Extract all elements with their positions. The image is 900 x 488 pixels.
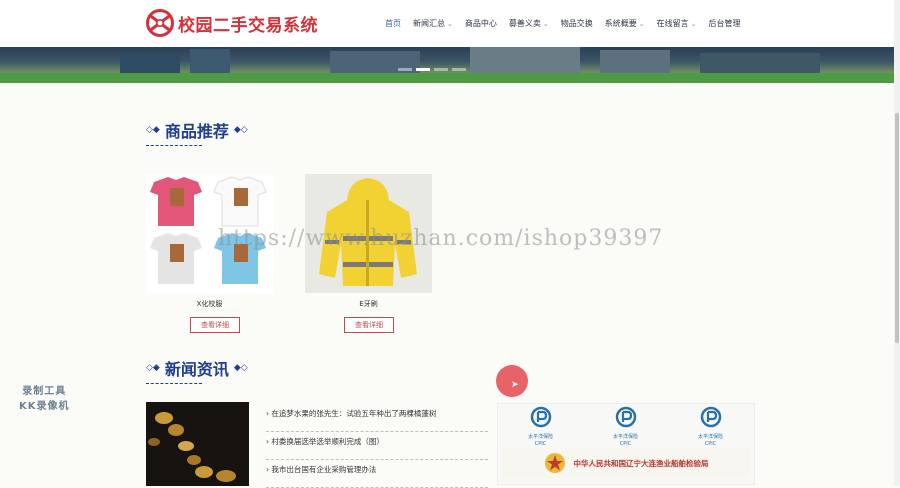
products-section-title: ◇◆ 商品推荐 ◆◇ — [146, 118, 248, 142]
national-emblem-icon — [544, 453, 565, 473]
partner-logo[interactable]: 太平洋保险 CPIC — [498, 406, 583, 447]
banner-pager — [398, 68, 466, 71]
main-nav: 首页 新闻汇总 ⌄ 商品中心 募善义卖 ⌄ 物品交换 系统概要 ⌄ 在线留言 ⌄ 后台管… — [385, 18, 741, 29]
top-header: 校园二手交易系统 首页 新闻汇总 ⌄ 商品中心 募善义卖 ⌄ 物品交换 系统概要 ⌄ … — [0, 0, 894, 47]
chevron-down-icon: ⌄ — [447, 19, 453, 28]
cpic-logo-icon — [530, 406, 551, 428]
news-list: › 在追梦水果的张先生：试验五年种出了两棵橘蓬树 › 村委换届选举选举顺利完成（… — [266, 404, 488, 488]
news-title[interactable]: 在追梦水果的张先生：试验五年种出了两棵橘蓬树 — [271, 409, 436, 418]
nav-label: 商品中心 — [464, 19, 497, 28]
partner-name: 太平洋保险 — [612, 434, 638, 440]
coins-image — [146, 402, 249, 486]
site-logo[interactable]: 校园二手交易系统 — [146, 9, 318, 37]
logo-mark-icon — [146, 9, 174, 37]
partner-name: 太平洋保险 — [697, 434, 723, 440]
section-heading: 新闻资讯 — [164, 360, 229, 379]
pager-dot[interactable] — [416, 68, 430, 71]
title-underline — [146, 145, 202, 146]
recorder-line: 录制工具 — [22, 386, 67, 397]
diamond-icon: ◇◆ — [146, 363, 160, 373]
diamond-icon: ◆◇ — [233, 363, 248, 373]
nav-products[interactable]: 商品中心 — [465, 18, 497, 29]
diamond-icon: ◆◇ — [233, 125, 248, 135]
news-title[interactable]: 我市出台国有企业采购管理办法 — [271, 465, 376, 474]
chevron-down-icon: ⌄ — [542, 19, 549, 28]
pager-dot[interactable] — [434, 68, 448, 71]
recorder-badge: 录制工具 KK录像机 — [19, 384, 70, 414]
partner-logo[interactable]: 太平洋保险 CPIC — [668, 406, 753, 447]
product-name[interactable]: E牙刷 — [305, 299, 432, 309]
nav-label: 系统概要 — [604, 19, 637, 28]
product-name[interactable]: X化校服 — [146, 299, 273, 309]
nav-label: 新闻汇总 — [413, 19, 445, 28]
hero-banner[interactable] — [0, 47, 894, 83]
nav-charity[interactable]: 募善义卖 ⌄ — [509, 18, 549, 29]
partner-name: 太平洋保险 — [527, 434, 553, 440]
url-watermark: https://www.huzhan.com/ishop39397 — [218, 226, 664, 251]
nav-label: 后台管理 — [708, 19, 741, 28]
partner-sub: CPIC — [619, 441, 632, 447]
partner-links: 太平洋保险 CPIC 太平洋保险 CPIC 太平洋保险 CPIC 中华人民共和国… — [497, 403, 755, 485]
nav-label: 在线留言 — [656, 19, 689, 28]
title-underline — [146, 383, 202, 384]
view-details-button[interactable]: 查看详细 — [344, 317, 394, 333]
gov-partner-link[interactable]: 中华人民共和国辽宁大连渔业船舶检验局 — [502, 448, 750, 478]
pager-dot[interactable] — [398, 68, 412, 71]
gov-partner-name: 中华人民共和国辽宁大连渔业船舶检验局 — [573, 458, 709, 468]
nav-admin[interactable]: 后台管理 — [709, 18, 741, 29]
chevron-down-icon: ⌄ — [638, 19, 645, 28]
partner-sub: CPIC — [704, 441, 717, 447]
nav-exchange[interactable]: 物品交换 — [561, 18, 593, 29]
site-title: 校园二手交易系统 — [178, 15, 318, 36]
news-item[interactable]: › 村委换届选举选举顺利完成（图） — [266, 432, 488, 460]
mouse-cursor-icon: ➤ — [511, 380, 519, 390]
diamond-icon: ◇◆ — [146, 125, 160, 135]
banner-image — [0, 47, 894, 83]
cpic-logo-icon — [615, 406, 636, 428]
nav-label: 首页 — [385, 19, 401, 28]
news-image[interactable] — [146, 402, 249, 486]
view-details-button[interactable]: 查看详细 — [190, 317, 240, 333]
partner-logo[interactable]: 太平洋保险 CPIC — [583, 406, 668, 447]
section-heading: 商品推荐 — [164, 122, 229, 141]
nav-news[interactable]: 新闻汇总 ⌄ — [413, 18, 453, 29]
news-item[interactable]: › 在追梦水果的张先生：试验五年种出了两棵橘蓬树 — [266, 404, 488, 432]
nav-home[interactable]: 首页 — [385, 18, 401, 29]
recorder-line: KK录像机 — [19, 401, 70, 412]
news-section-title: ◇◆ 新闻资讯 ◆◇ — [146, 356, 248, 380]
partner-sub: CPIC — [534, 441, 547, 447]
nav-label: 物品交换 — [560, 19, 593, 28]
news-item[interactable]: › 我市出台国有企业采购管理办法 — [266, 460, 488, 488]
chevron-down-icon: ⌄ — [690, 19, 697, 28]
nav-overview[interactable]: 系统概要 ⌄ — [605, 18, 645, 29]
cpic-logo-icon — [700, 406, 721, 428]
news-title[interactable]: 村委换届选举选举顺利完成（图） — [271, 437, 384, 446]
scrollbar-thumb[interactable] — [895, 113, 899, 343]
nav-messages[interactable]: 在线留言 ⌄ — [657, 18, 697, 29]
nav-label: 募善义卖 — [508, 19, 541, 28]
pager-dot[interactable] — [452, 68, 466, 71]
